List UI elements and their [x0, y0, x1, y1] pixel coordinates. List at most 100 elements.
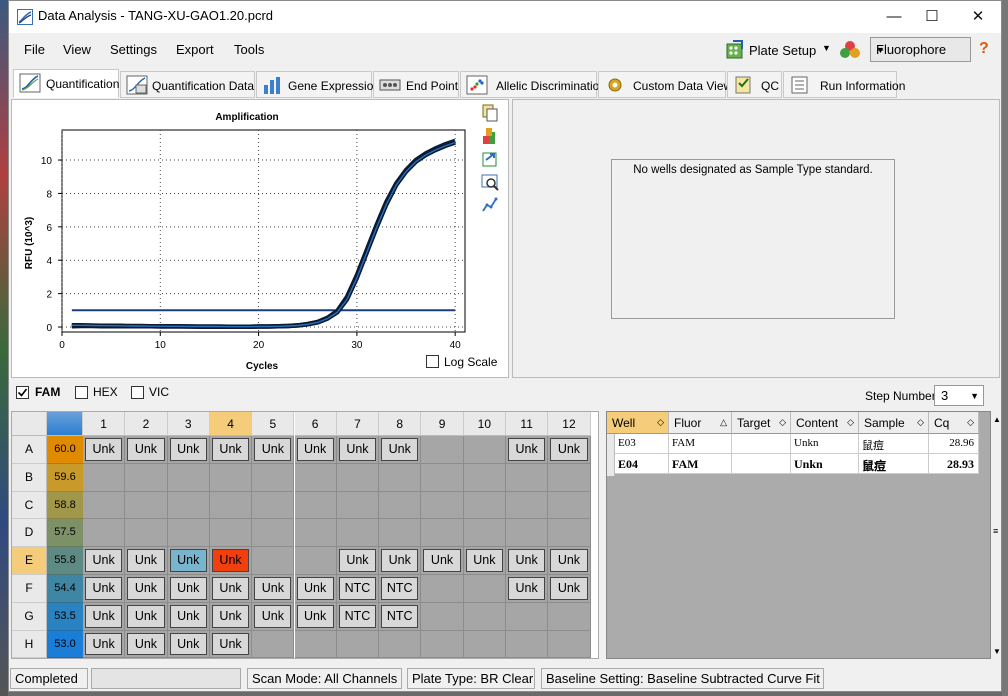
plate-well[interactable]: Unk: [211, 577, 250, 600]
plate-well[interactable]: Unk: [169, 632, 207, 656]
well-slot[interactable]: [83, 491, 126, 520]
well-slot[interactable]: [463, 575, 506, 603]
column-header-sample[interactable]: Sample ◇: [859, 412, 929, 434]
column-header-target[interactable]: Target ◇: [732, 412, 791, 434]
plate-well[interactable]: Unk: [254, 604, 292, 628]
plate-well[interactable]: Unk: [508, 549, 546, 572]
plate-well[interactable]: Unk: [338, 549, 377, 572]
plate-well[interactable]: Unk: [296, 577, 334, 600]
table-scrollbar[interactable]: ▲ ≡ ▼: [992, 411, 1001, 659]
plate-well[interactable]: Unk: [338, 438, 377, 461]
well-slot[interactable]: [463, 602, 506, 631]
well-slot[interactable]: [379, 630, 422, 658]
menu-view[interactable]: View: [63, 42, 91, 57]
column-header-cq[interactable]: Cq ◇: [929, 412, 979, 434]
plate-row-header[interactable]: B: [12, 463, 47, 492]
tab-end-point[interactable]: End Point: [373, 71, 459, 98]
plate-well[interactable]: Unk: [169, 577, 207, 600]
well-slot[interactable]: [548, 519, 591, 548]
menu-tools[interactable]: Tools: [234, 42, 264, 57]
well-slot[interactable]: [294, 519, 337, 548]
row-selector[interactable]: [607, 434, 615, 476]
well-slot[interactable]: [294, 463, 337, 492]
fluorophore-dropdown[interactable]: Fluorophore ▼: [870, 37, 971, 62]
amplification-chart[interactable]: Amplification Cycles RFU (10^3) 0 10 20 30 4…: [12, 100, 482, 376]
plate-well[interactable]: Unk: [296, 604, 334, 628]
well-slot[interactable]: [421, 575, 464, 603]
plate-well[interactable]: Unk: [127, 577, 165, 600]
well-slot[interactable]: [548, 602, 591, 631]
plate-corner[interactable]: [12, 412, 47, 436]
well-slot[interactable]: [506, 491, 549, 520]
plate-column-header[interactable]: 3: [167, 412, 210, 436]
plate-well[interactable]: Unk: [85, 549, 123, 572]
well-slot[interactable]: [125, 519, 168, 548]
well-slot[interactable]: [252, 519, 295, 548]
well-slot[interactable]: [252, 491, 295, 520]
plate-well[interactable]: Unk: [127, 604, 165, 628]
plate-row-header[interactable]: F: [12, 575, 47, 603]
plate-column-header[interactable]: 10: [463, 412, 506, 436]
scroll-grip-icon[interactable]: ≡: [993, 527, 998, 536]
plate-well[interactable]: Unk: [423, 549, 461, 572]
well-slot[interactable]: [209, 463, 253, 492]
plate-well[interactable]: NTC: [338, 604, 377, 628]
plate-column-header[interactable]: 2: [125, 412, 168, 436]
plate-column-header[interactable]: 12: [548, 412, 591, 436]
well-slot[interactable]: [83, 519, 126, 548]
plate-row-header[interactable]: D: [12, 519, 47, 548]
well-slot[interactable]: [379, 491, 422, 520]
export-icon[interactable]: [481, 150, 499, 168]
plate-column-header[interactable]: 8: [379, 412, 422, 436]
well-slot[interactable]: [252, 463, 295, 492]
menu-export[interactable]: Export: [176, 42, 214, 57]
well-slot[interactable]: [336, 491, 380, 520]
well-slot[interactable]: [167, 463, 210, 492]
plate-row-header[interactable]: C: [12, 491, 47, 520]
plate-column-header[interactable]: 9: [421, 412, 464, 436]
plate-well[interactable]: Unk: [127, 438, 165, 461]
plate-well[interactable]: Unk: [85, 632, 123, 656]
well-slot[interactable]: [167, 491, 210, 520]
plate-well[interactable]: Unk: [85, 577, 123, 600]
well-slot[interactable]: [548, 630, 591, 658]
plate-well[interactable]: Unk: [211, 632, 250, 656]
well-slot[interactable]: [252, 630, 295, 658]
well-slot[interactable]: [463, 463, 506, 492]
log-scale-checkbox[interactable]: [426, 355, 439, 368]
tab-gene-expression[interactable]: Gene Expression: [256, 71, 380, 98]
copy-icon[interactable]: [481, 104, 499, 122]
well-slot[interactable]: [83, 463, 126, 492]
column-header-content[interactable]: Content ◇: [791, 412, 859, 434]
plate-well[interactable]: Unk: [296, 438, 334, 461]
plate-well[interactable]: Unk: [85, 438, 123, 461]
tab-qc[interactable]: QC: [727, 71, 782, 98]
plate-row-header[interactable]: G: [12, 602, 47, 631]
plate-setup-button[interactable]: Plate Setup ▼: [722, 37, 831, 63]
plate-well[interactable]: Unk: [381, 438, 419, 461]
plate-well[interactable]: Unk: [127, 632, 165, 656]
plate-well[interactable]: Unk: [254, 438, 292, 461]
close-button[interactable]: ✕: [961, 5, 995, 29]
plate-column-header[interactable]: 1: [83, 412, 126, 436]
fam-checkbox[interactable]: [16, 386, 29, 399]
plate-well[interactable]: Unk: [254, 577, 292, 600]
plate-well[interactable]: Unk: [211, 549, 250, 572]
well-slot[interactable]: [421, 436, 464, 464]
plate-row-header[interactable]: E: [12, 547, 47, 575]
well-slot[interactable]: [294, 547, 337, 575]
well-slot[interactable]: [506, 463, 549, 492]
plate-well[interactable]: Unk: [211, 604, 250, 628]
well-slot[interactable]: [125, 491, 168, 520]
well-slot[interactable]: [294, 491, 337, 520]
well-slot[interactable]: [548, 491, 591, 520]
help-icon[interactable]: ?: [979, 40, 989, 58]
well-slot[interactable]: [209, 491, 253, 520]
plate-column-header[interactable]: 5: [252, 412, 295, 436]
trace-style-icon[interactable]: [481, 196, 499, 214]
well-slot[interactable]: [294, 630, 337, 658]
minimize-button[interactable]: —: [877, 5, 911, 29]
step-number-dropdown[interactable]: 3 ▼: [934, 385, 984, 406]
well-slot[interactable]: [421, 602, 464, 631]
plate-well[interactable]: Unk: [85, 604, 123, 628]
